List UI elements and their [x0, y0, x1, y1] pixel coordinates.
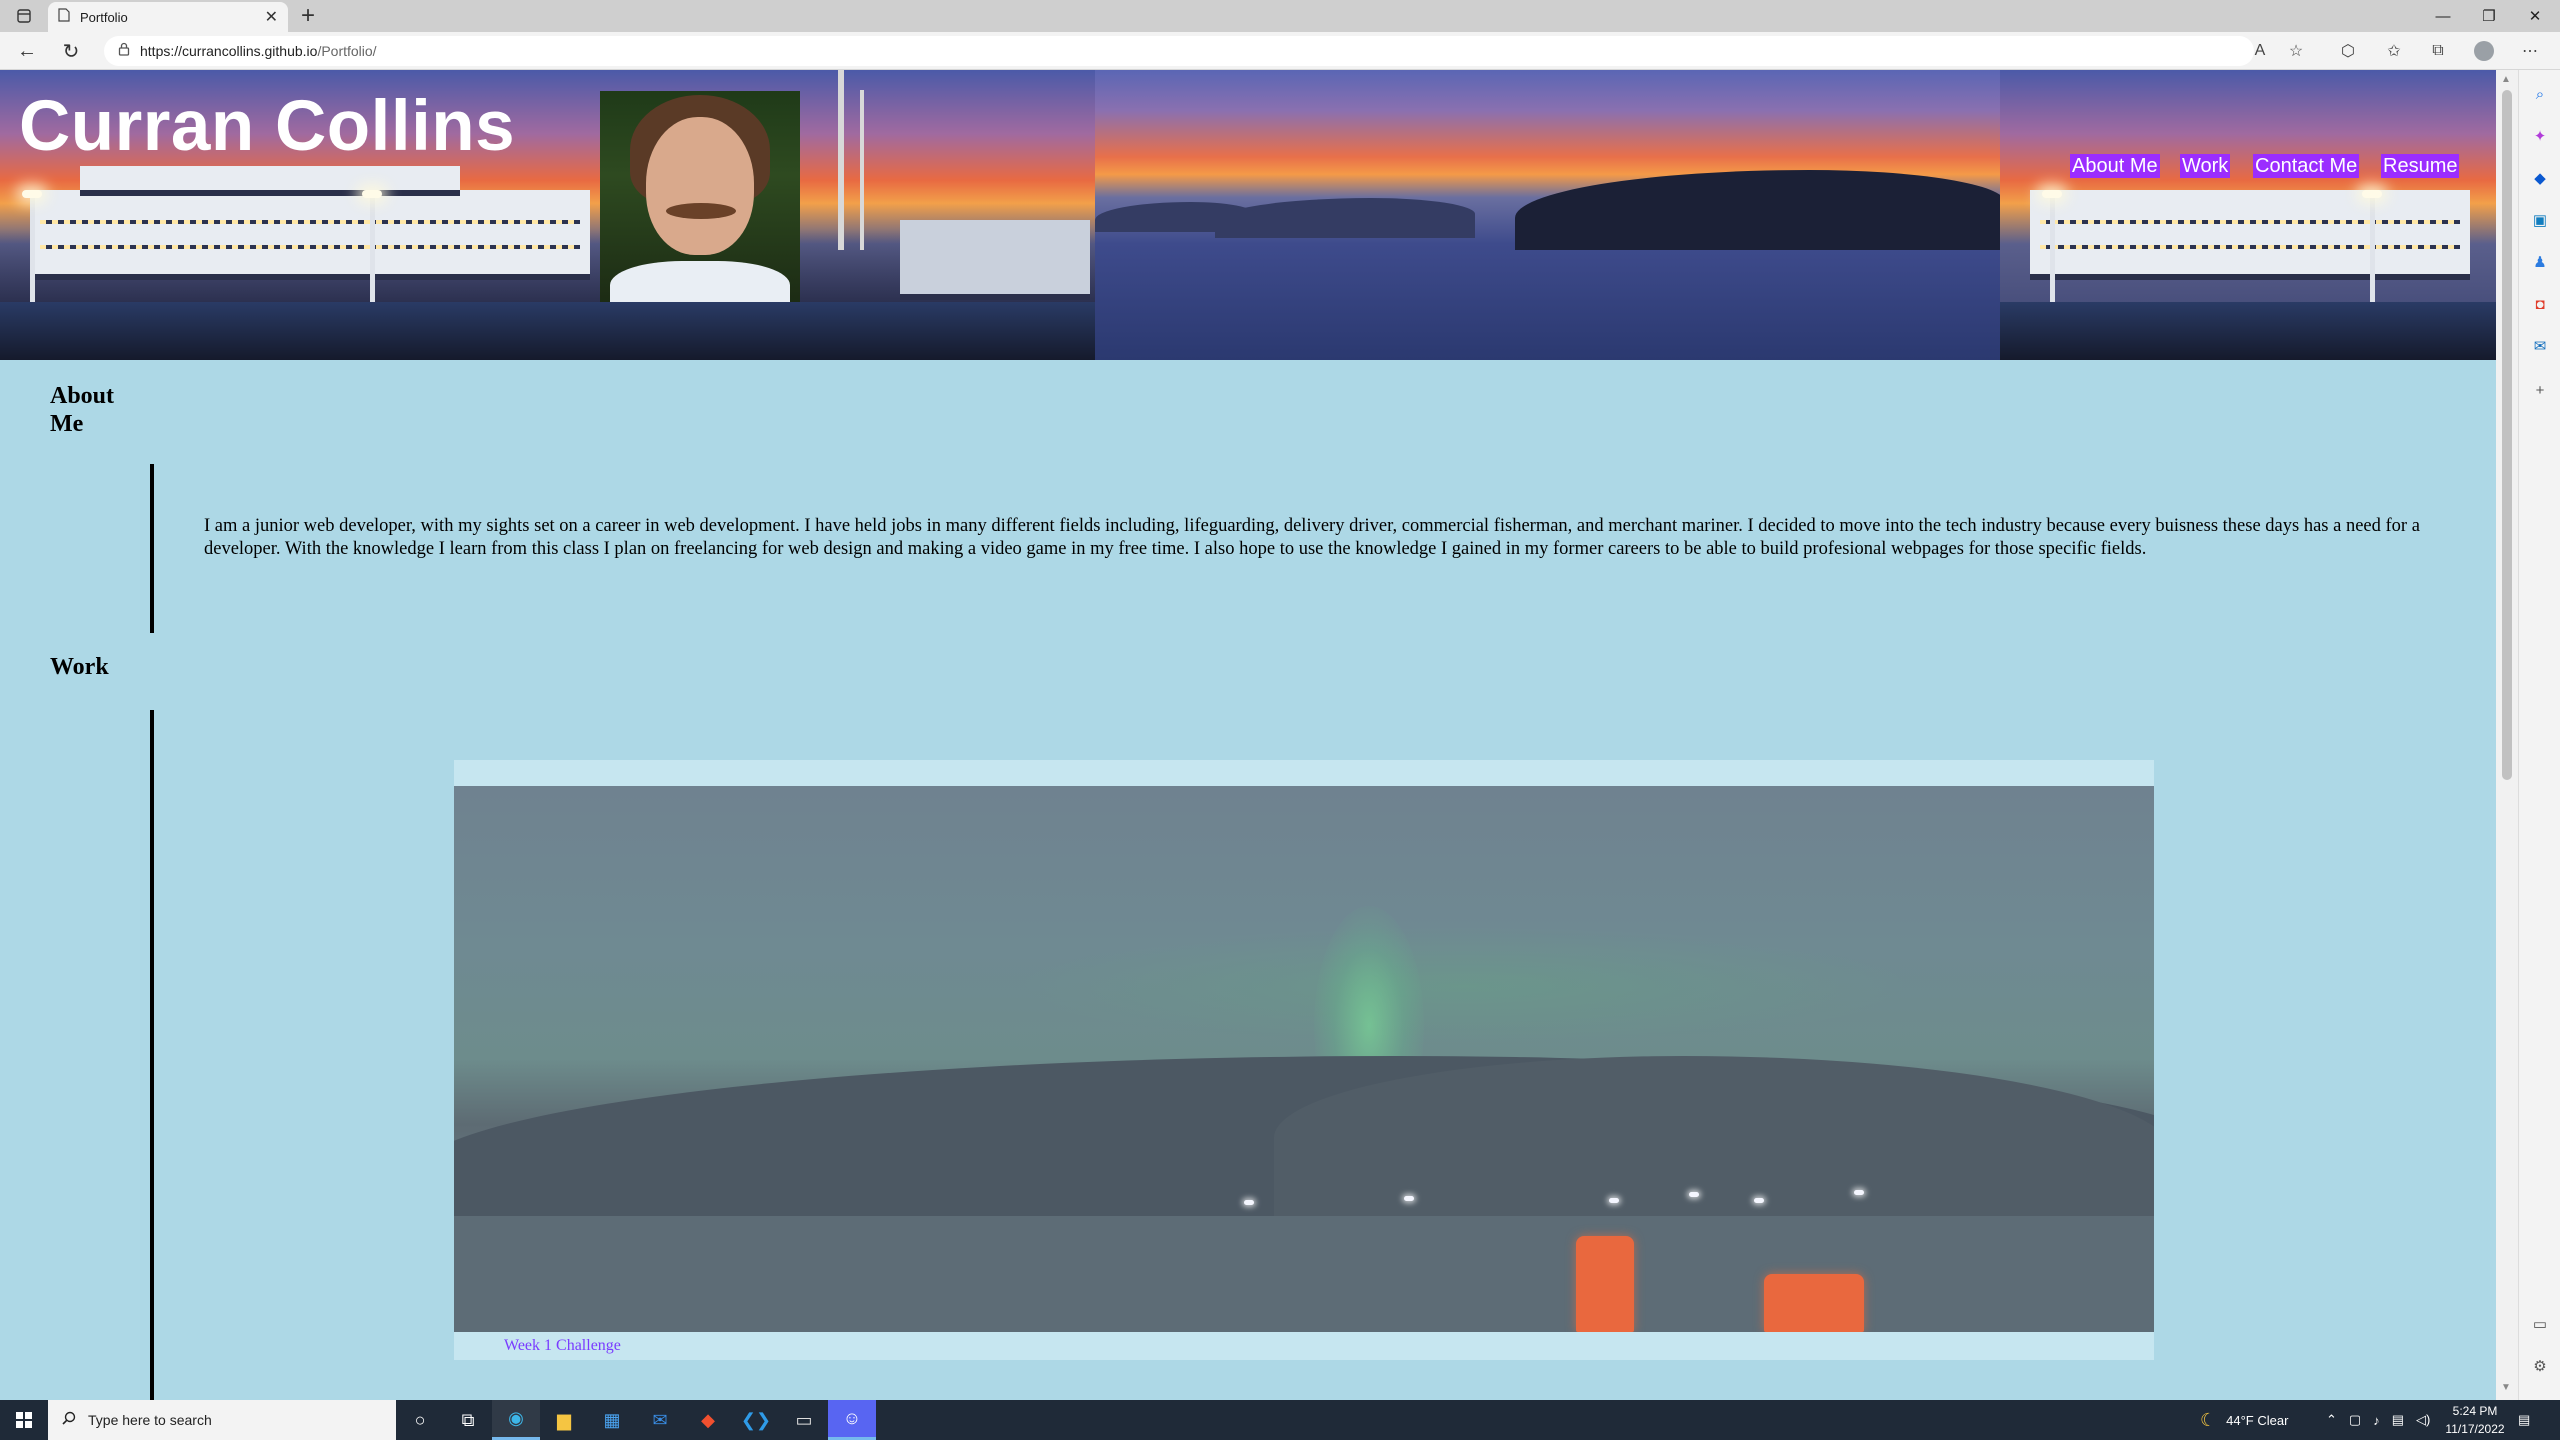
- tab-title: Portfolio: [80, 9, 128, 25]
- collections-icon[interactable]: ⧉: [2424, 38, 2452, 64]
- cortana-icon[interactable]: ○: [396, 1400, 444, 1440]
- search-icon: [62, 1411, 76, 1430]
- extensions-icon[interactable]: ⬡: [2334, 38, 2362, 64]
- moon-icon: ☾: [2200, 1409, 2217, 1430]
- nav-contact-me[interactable]: Contact Me: [2253, 154, 2360, 178]
- work-card[interactable]: Week 1 Challenge: [454, 760, 2154, 1360]
- nav-work[interactable]: Work: [2180, 154, 2231, 178]
- sidebar-settings-icon[interactable]: ⚙: [2530, 1356, 2550, 1376]
- sunset-water-photo: [1095, 70, 2005, 360]
- scroll-down-arrow[interactable]: ▼: [2501, 1382, 2511, 1393]
- start-button[interactable]: [0, 1400, 48, 1440]
- profile-avatar[interactable]: [2470, 38, 2498, 64]
- work-heading: Work: [50, 654, 109, 680]
- git-icon[interactable]: ◆: [684, 1400, 732, 1440]
- lock-icon: [118, 42, 130, 61]
- vscode-icon[interactable]: ❮❯: [732, 1400, 780, 1440]
- header-banner: Curran Collins About Me Work Contact Me …: [0, 70, 2496, 360]
- work-caption-link[interactable]: Week 1 Challenge: [504, 1332, 621, 1360]
- tab-strip: Portfolio ✕ + — ❐ ✕: [0, 0, 2560, 32]
- discord-icon[interactable]: ☺: [828, 1400, 876, 1440]
- discover-icon[interactable]: ✦: [2530, 126, 2550, 146]
- network-icon[interactable]: ▤: [2392, 1412, 2404, 1428]
- url-field[interactable]: https://currancollins.github.io/Portfoli…: [104, 36, 2254, 66]
- url-text: https://currancollins.github.io/Portfoli…: [140, 43, 377, 59]
- new-tab-button[interactable]: +: [294, 2, 322, 30]
- volume-icon[interactable]: ◁): [2416, 1412, 2430, 1428]
- terminal-icon[interactable]: ▭: [780, 1400, 828, 1440]
- ferry-dock-photo-right: [2000, 70, 2496, 360]
- windows-icon: [16, 1412, 32, 1428]
- mail-icon[interactable]: ✉: [636, 1400, 684, 1440]
- back-button[interactable]: ←: [12, 37, 42, 65]
- shopping-icon[interactable]: ◆: [2530, 168, 2550, 188]
- microphone-icon[interactable]: ♪: [2373, 1413, 2380, 1428]
- office-icon[interactable]: ◘: [2530, 294, 2550, 314]
- search-icon[interactable]: ⌕: [2530, 84, 2550, 104]
- weather-text: 44°F Clear: [2226, 1412, 2289, 1428]
- scroll-thumb[interactable]: [2502, 90, 2512, 780]
- url-host: https://currancollins.github.io: [140, 43, 318, 59]
- tab-actions-icon[interactable]: [8, 2, 40, 30]
- minimize-button[interactable]: —: [2420, 0, 2466, 32]
- favorites-icon[interactable]: ✩: [2380, 38, 2408, 64]
- clock-time: 5:24 PM: [2452, 1404, 2498, 1418]
- page-viewport: Curran Collins About Me Work Contact Me …: [0, 70, 2496, 1400]
- profile-photo: [600, 91, 800, 302]
- add-favorite-icon[interactable]: ☆: [2282, 38, 2310, 64]
- notification-icon[interactable]: ▤: [2518, 1400, 2530, 1440]
- taskbar: Type here to search ○ ⧉ ◉ ▆ ▦ ✉ ◆ ❮❯ ▭ ☺…: [0, 1400, 2560, 1440]
- address-bar: ← ↻ https://currancollins.github.io/Port…: [0, 32, 2560, 70]
- about-border: [150, 464, 154, 633]
- meet-now-icon[interactable]: ▢: [2349, 1412, 2361, 1428]
- outlook-icon[interactable]: ✉: [2530, 336, 2550, 356]
- work-border: [150, 710, 154, 1400]
- scroll-up-arrow[interactable]: ▲: [2501, 74, 2511, 85]
- games-icon[interactable]: ♟: [2530, 252, 2550, 272]
- url-path: /Portfolio/: [317, 43, 377, 59]
- file-explorer-icon[interactable]: ▆: [540, 1400, 588, 1440]
- restore-button[interactable]: ❐: [2466, 0, 2512, 32]
- add-sidebar-app-icon[interactable]: +: [2530, 380, 2550, 400]
- hide-sidebar-icon[interactable]: ▭: [2530, 1314, 2550, 1334]
- close-tab-icon[interactable]: ✕: [265, 7, 278, 27]
- read-aloud-icon[interactable]: A: [2246, 38, 2274, 64]
- tools-icon[interactable]: ▣: [2530, 210, 2550, 230]
- weather-widget[interactable]: ☾ 44°F Clear: [2200, 1400, 2288, 1440]
- system-tray: ⌃ ▢ ♪ ▤ ◁): [2326, 1400, 2430, 1440]
- page-icon: [58, 7, 70, 27]
- close-window-button[interactable]: ✕: [2512, 0, 2558, 32]
- show-hidden-icons[interactable]: ⌃: [2326, 1412, 2337, 1428]
- edge-icon[interactable]: ◉: [492, 1400, 540, 1440]
- clock[interactable]: 5:24 PM 11/17/2022: [2440, 1402, 2510, 1438]
- refresh-button[interactable]: ↻: [56, 37, 86, 65]
- clock-date: 11/17/2022: [2445, 1422, 2505, 1436]
- page-scrollbar[interactable]: ▲ ▼: [2496, 70, 2518, 1400]
- more-menu-icon[interactable]: ⋯: [2516, 38, 2544, 64]
- nav-about-me[interactable]: About Me: [2070, 154, 2160, 178]
- taskbar-search[interactable]: Type here to search: [48, 1400, 396, 1440]
- nav-resume[interactable]: Resume: [2381, 154, 2460, 178]
- work-screenshot[interactable]: [454, 786, 2154, 1332]
- task-view-icon[interactable]: ⧉: [444, 1400, 492, 1440]
- store-icon[interactable]: ▦: [588, 1400, 636, 1440]
- edge-sidebar: ⌕ ✦ ◆ ▣ ♟ ◘ ✉ + ▭ ⚙: [2518, 70, 2560, 1400]
- about-heading: About Me: [50, 383, 115, 437]
- site-title: Curran Collins: [19, 87, 516, 166]
- browser-tab[interactable]: Portfolio ✕: [48, 2, 288, 32]
- taskbar-search-placeholder: Type here to search: [88, 1412, 212, 1428]
- about-text: I am a junior web developer, with my sig…: [204, 516, 2420, 559]
